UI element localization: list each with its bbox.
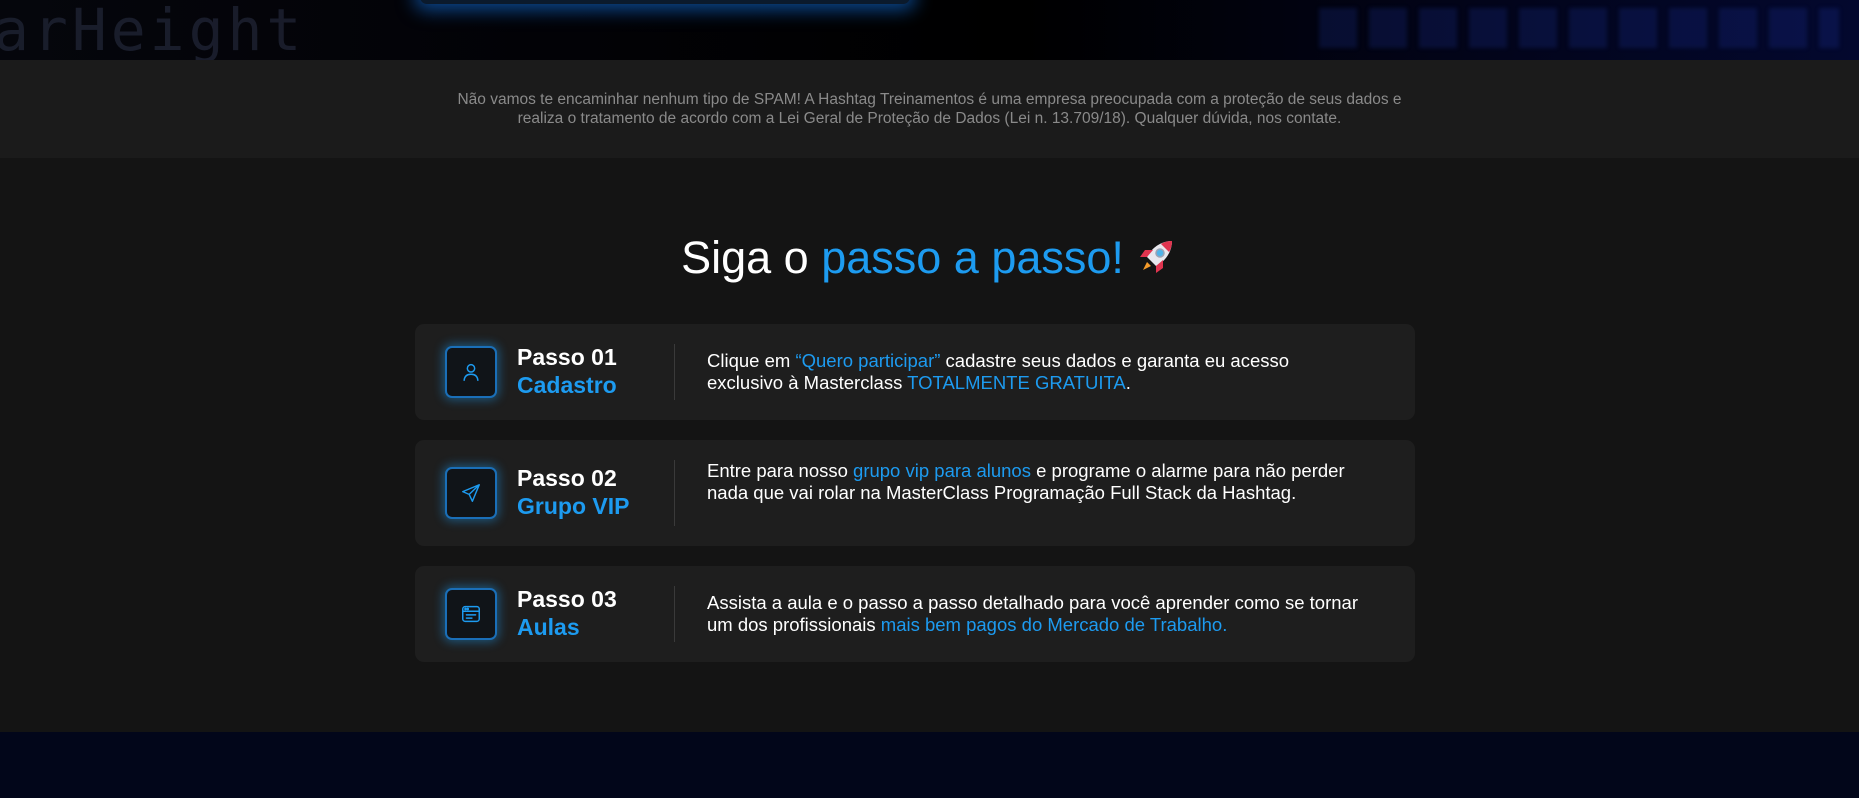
send-icon bbox=[462, 484, 480, 502]
step-number: Passo 01 bbox=[517, 344, 617, 370]
section-title-accent: passo a passo! bbox=[821, 232, 1124, 283]
step-icon-box bbox=[445, 346, 497, 398]
privacy-notice: Não vamos te encaminhar nenhum tipo de S… bbox=[0, 60, 1859, 158]
step-description: Clique em “Quero participar” cadastre se… bbox=[707, 350, 1367, 394]
step-heading: Passo 01 Cadastro bbox=[517, 344, 617, 400]
step-name: Cadastro bbox=[517, 372, 617, 398]
privacy-notice-text: Não vamos te encaminhar nenhum tipo de S… bbox=[457, 91, 1402, 127]
highlight-text: TOTALMENTE GRATUITA bbox=[907, 372, 1126, 393]
steps-list: Passo 01 Cadastro Clique em “Quero parti… bbox=[415, 324, 1415, 682]
hero-code-blur bbox=[1319, 8, 1839, 48]
step-number: Passo 02 bbox=[517, 465, 617, 491]
step-icon-box bbox=[445, 588, 497, 640]
step-name: Grupo VIP bbox=[517, 493, 630, 519]
description-text: Clique em bbox=[707, 350, 796, 371]
step-divider bbox=[674, 344, 675, 400]
step-divider bbox=[674, 586, 675, 642]
step-card-grupo-vip: Passo 02 Grupo VIP Entre para nosso grup… bbox=[415, 440, 1415, 546]
step-name: Aulas bbox=[517, 614, 580, 640]
step-description: Assista a aula e o passo a passo detalha… bbox=[707, 592, 1367, 636]
highlight-text: grupo vip para alunos bbox=[853, 460, 1031, 481]
step-icon-box bbox=[445, 467, 497, 519]
step-divider bbox=[674, 460, 675, 526]
section-title-prefix: Siga o bbox=[681, 232, 822, 283]
user-icon bbox=[463, 363, 479, 381]
step-description: Entre para nosso grupo vip para alunos e… bbox=[707, 460, 1367, 504]
browser-window-icon bbox=[462, 605, 480, 623]
highlight-text: “Quero participar” bbox=[795, 350, 941, 371]
step-number: Passo 03 bbox=[517, 586, 617, 612]
highlight-text: mais bem pagos do Mercado de Trabalho. bbox=[880, 614, 1228, 635]
section-title: Siga o passo a passo! bbox=[0, 228, 1859, 294]
step-card-aulas: Passo 03 Aulas Assista a aula e o passo … bbox=[415, 566, 1415, 662]
rocket-icon bbox=[1134, 234, 1178, 294]
step-card-cadastro: Passo 01 Cadastro Clique em “Quero parti… bbox=[415, 324, 1415, 420]
hero-glow-button-edge bbox=[420, 0, 910, 4]
description-text: Entre para nosso bbox=[707, 460, 854, 481]
description-text: . bbox=[1125, 372, 1131, 393]
hero-banner-bottom: arHeight bbox=[0, 0, 1859, 60]
step-heading: Passo 02 Grupo VIP bbox=[517, 465, 629, 521]
hero-code-text: arHeight bbox=[0, 0, 306, 60]
next-section-band bbox=[0, 732, 1859, 798]
step-heading: Passo 03 Aulas bbox=[517, 586, 617, 642]
